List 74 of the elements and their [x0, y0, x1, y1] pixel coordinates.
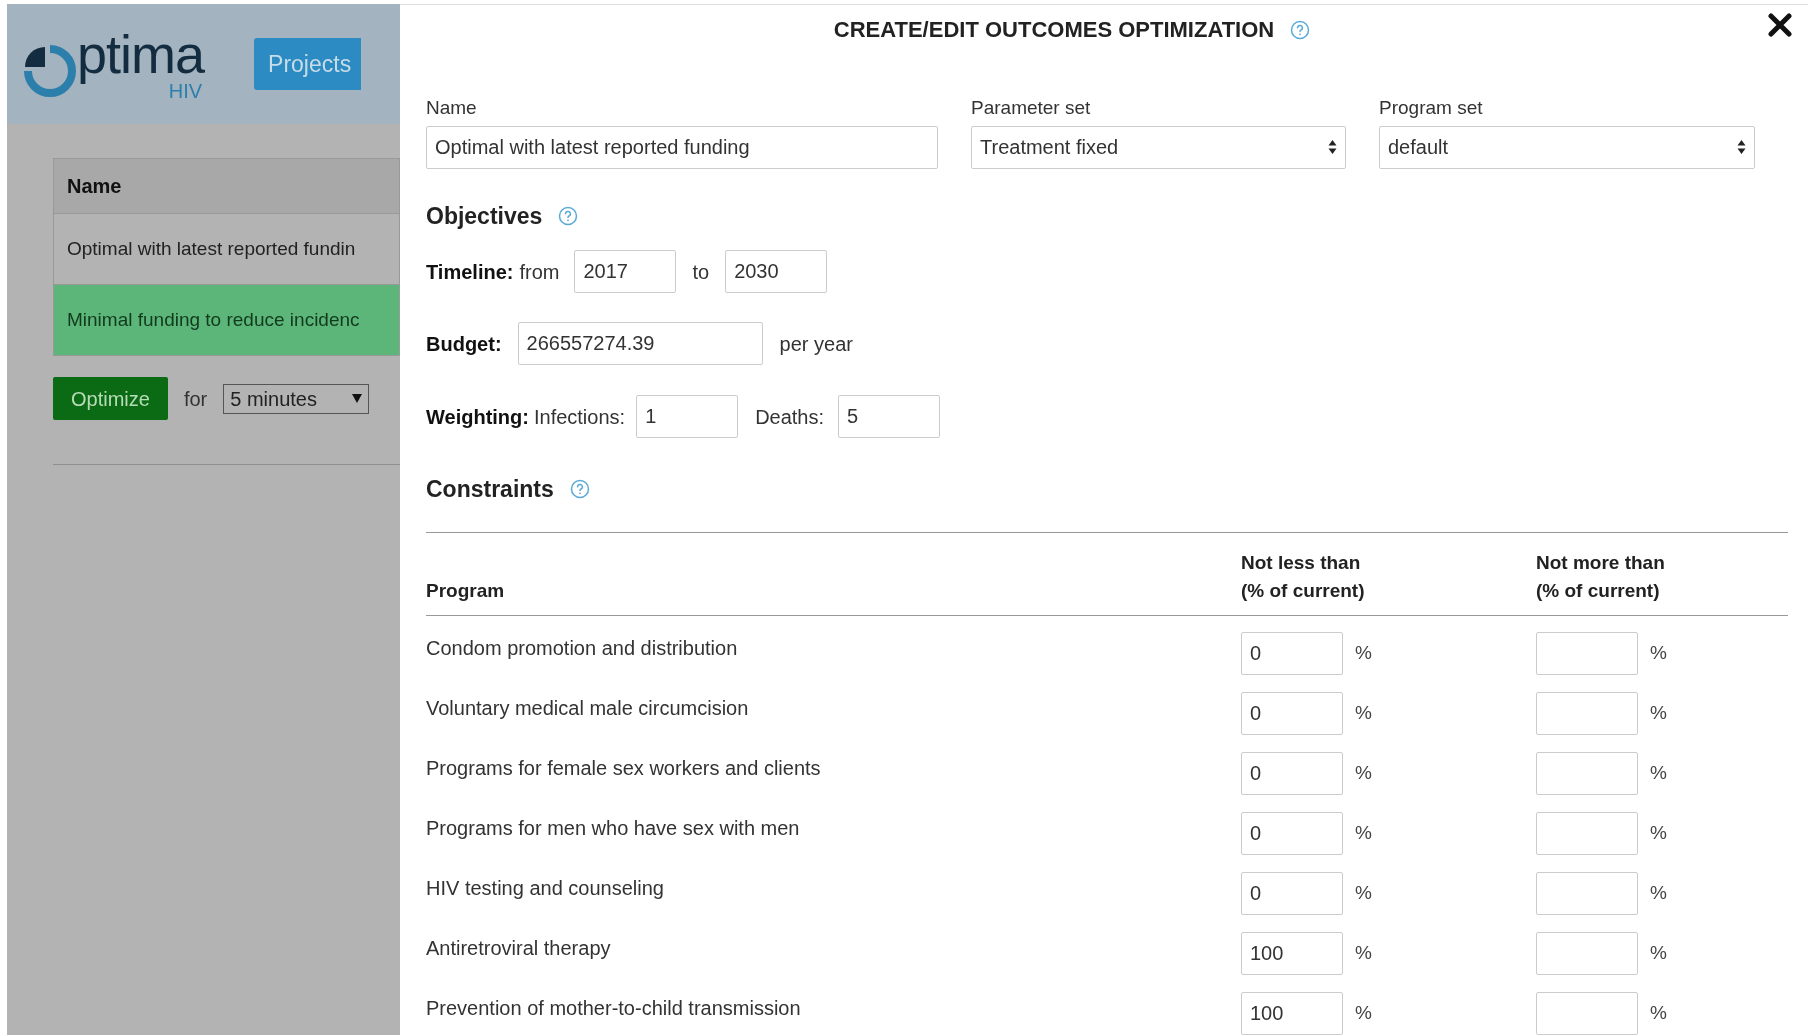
help-icon[interactable] [1290, 19, 1311, 40]
weighting-label: Weighting: [426, 404, 529, 430]
max-percent-field[interactable] [1536, 931, 1638, 975]
max-percent-field[interactable] [1536, 631, 1638, 675]
to-year-field[interactable]: 2030 [725, 250, 828, 293]
max-percent-field[interactable] [1536, 871, 1638, 915]
max-percent-field[interactable] [1536, 691, 1638, 735]
updown-caret-icon [1328, 139, 1337, 155]
max-percent-field[interactable] [1536, 751, 1638, 795]
min-percent-field[interactable]: 100 [1241, 931, 1343, 975]
min-percent-field[interactable]: 0 [1241, 811, 1343, 855]
percent-label: % [1650, 640, 1667, 665]
column-header: Program [426, 578, 506, 603]
infections-label: Infections: [533, 404, 626, 430]
dialog-title: CREATE/EDIT OUTCOMES OPTIMIZATION [833, 16, 1275, 44]
help-icon[interactable] [558, 205, 579, 226]
table-row[interactable]: Minimal funding to reduce incidenc [53, 285, 400, 356]
max-percent-field[interactable] [1536, 811, 1638, 855]
percent-label: % [1650, 760, 1667, 785]
program-name: HIV testing and counseling [426, 875, 665, 901]
section-heading: Objectives [426, 201, 543, 231]
field-label: Name [426, 96, 478, 120]
field-label: Parameter set [971, 96, 1092, 120]
program-name: Programs for men who have sex with men [426, 815, 801, 841]
percent-label: % [1355, 700, 1372, 725]
percent-label: % [1355, 1000, 1372, 1025]
optimize-button[interactable]: Optimize [53, 377, 168, 420]
from-year-field[interactable]: 2017 [574, 250, 677, 293]
min-percent-field[interactable]: 100 [1241, 991, 1343, 1035]
from-label: from [519, 259, 560, 285]
percent-label: % [1355, 640, 1372, 665]
max-percent-field[interactable] [1536, 991, 1638, 1035]
percent-label: % [1650, 700, 1667, 725]
unit-label: per year [779, 331, 853, 357]
percent-label: % [1355, 940, 1372, 965]
min-percent-field[interactable]: 0 [1241, 631, 1343, 675]
for-label: for [183, 386, 208, 412]
timeline-label: Timeline: [426, 259, 514, 285]
infections-field[interactable]: 1 [636, 395, 739, 438]
program-name: Voluntary medical male circumcision [426, 695, 750, 721]
column-header: Not less than (% of current) [1241, 550, 1366, 603]
percent-label: % [1650, 940, 1667, 965]
program-name: Prevention of mother-to-child transmission [426, 995, 802, 1021]
program-name: Condom promotion and distribution [426, 635, 739, 661]
to-label: to [692, 259, 710, 285]
deaths-label: Deaths: [755, 404, 825, 430]
logo-subtext: HIV [168, 81, 203, 101]
deaths-field[interactable]: 5 [838, 395, 941, 438]
dropdown-caret-icon [352, 394, 363, 403]
select-dropdown[interactable]: default [1379, 125, 1755, 169]
program-name: Antiretroviral therapy [426, 935, 612, 961]
budget-label: Budget: [426, 331, 502, 357]
min-percent-field[interactable]: 0 [1241, 751, 1343, 795]
updown-caret-icon [1737, 139, 1746, 155]
percent-label: % [1650, 880, 1667, 905]
percent-label: % [1650, 820, 1667, 845]
help-icon[interactable] [569, 479, 590, 500]
percent-label: % [1355, 880, 1372, 905]
percent-label: % [1355, 760, 1372, 785]
percent-label: % [1355, 820, 1372, 845]
field-label: Program set [1379, 96, 1484, 120]
budget-field[interactable]: 266557274.39 [517, 322, 763, 365]
percent-label: % [1650, 1000, 1667, 1025]
min-percent-field[interactable]: 0 [1241, 871, 1343, 915]
duration-select[interactable]: 5 minutes [223, 383, 370, 414]
section-heading: Constraints [426, 475, 554, 504]
min-percent-field[interactable]: 0 [1241, 691, 1343, 735]
close-icon[interactable] [1768, 13, 1792, 37]
name-field[interactable]: Optimal with latest reported funding [426, 125, 938, 169]
table-header: Name [53, 158, 400, 214]
table-row[interactable]: Optimal with latest reported fundin [53, 214, 400, 285]
column-header: Not more than (% of current) [1536, 550, 1666, 603]
program-name: Programs for female sex workers and clients [426, 755, 822, 781]
select-dropdown[interactable]: Treatment fixed [971, 125, 1346, 169]
